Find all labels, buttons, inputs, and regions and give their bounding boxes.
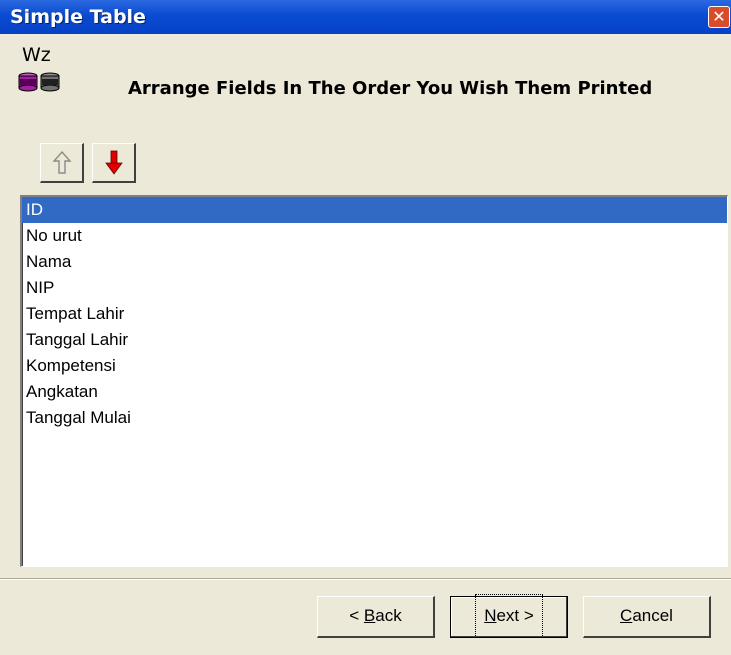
list-item[interactable]: ID (22, 197, 727, 223)
field-list[interactable]: ID No urut Nama NIP Tempat Lahir Tanggal Lahi… (20, 195, 728, 567)
move-up-button[interactable] (40, 143, 84, 183)
arrow-down-red-icon (105, 150, 123, 175)
list-item[interactable]: NIP (22, 275, 727, 301)
list-item[interactable]: Tanggal Mulai (22, 405, 727, 431)
close-icon: ✕ (712, 7, 726, 26)
title-bar: Simple Table ✕ (0, 0, 731, 34)
wz-label: Wz (22, 44, 51, 66)
divider (0, 578, 731, 580)
arrow-up-outline-icon (52, 150, 72, 174)
close-button[interactable]: ✕ (708, 6, 730, 28)
header-title: Arrange Fields In The Order You Wish The… (128, 78, 653, 99)
back-button[interactable]: < Back (317, 596, 435, 638)
view-abc-wizard-icon (18, 72, 60, 92)
cancel-button[interactable]: Cancel (583, 596, 711, 638)
list-item[interactable]: Angkatan (22, 379, 727, 405)
move-down-button[interactable] (92, 143, 136, 183)
list-item[interactable]: No urut (22, 223, 727, 249)
list-item[interactable]: Nama (22, 249, 727, 275)
list-item[interactable]: Tanggal Lahir (22, 327, 727, 353)
window-title: Simple Table (10, 6, 146, 28)
next-button[interactable]: Next > (450, 594, 568, 638)
list-item[interactable]: Tempat Lahir (22, 301, 727, 327)
wizard-header: Wz Arrange Fields In The Order You Wish … (0, 34, 731, 134)
list-item[interactable]: Kompetensi (22, 353, 727, 379)
